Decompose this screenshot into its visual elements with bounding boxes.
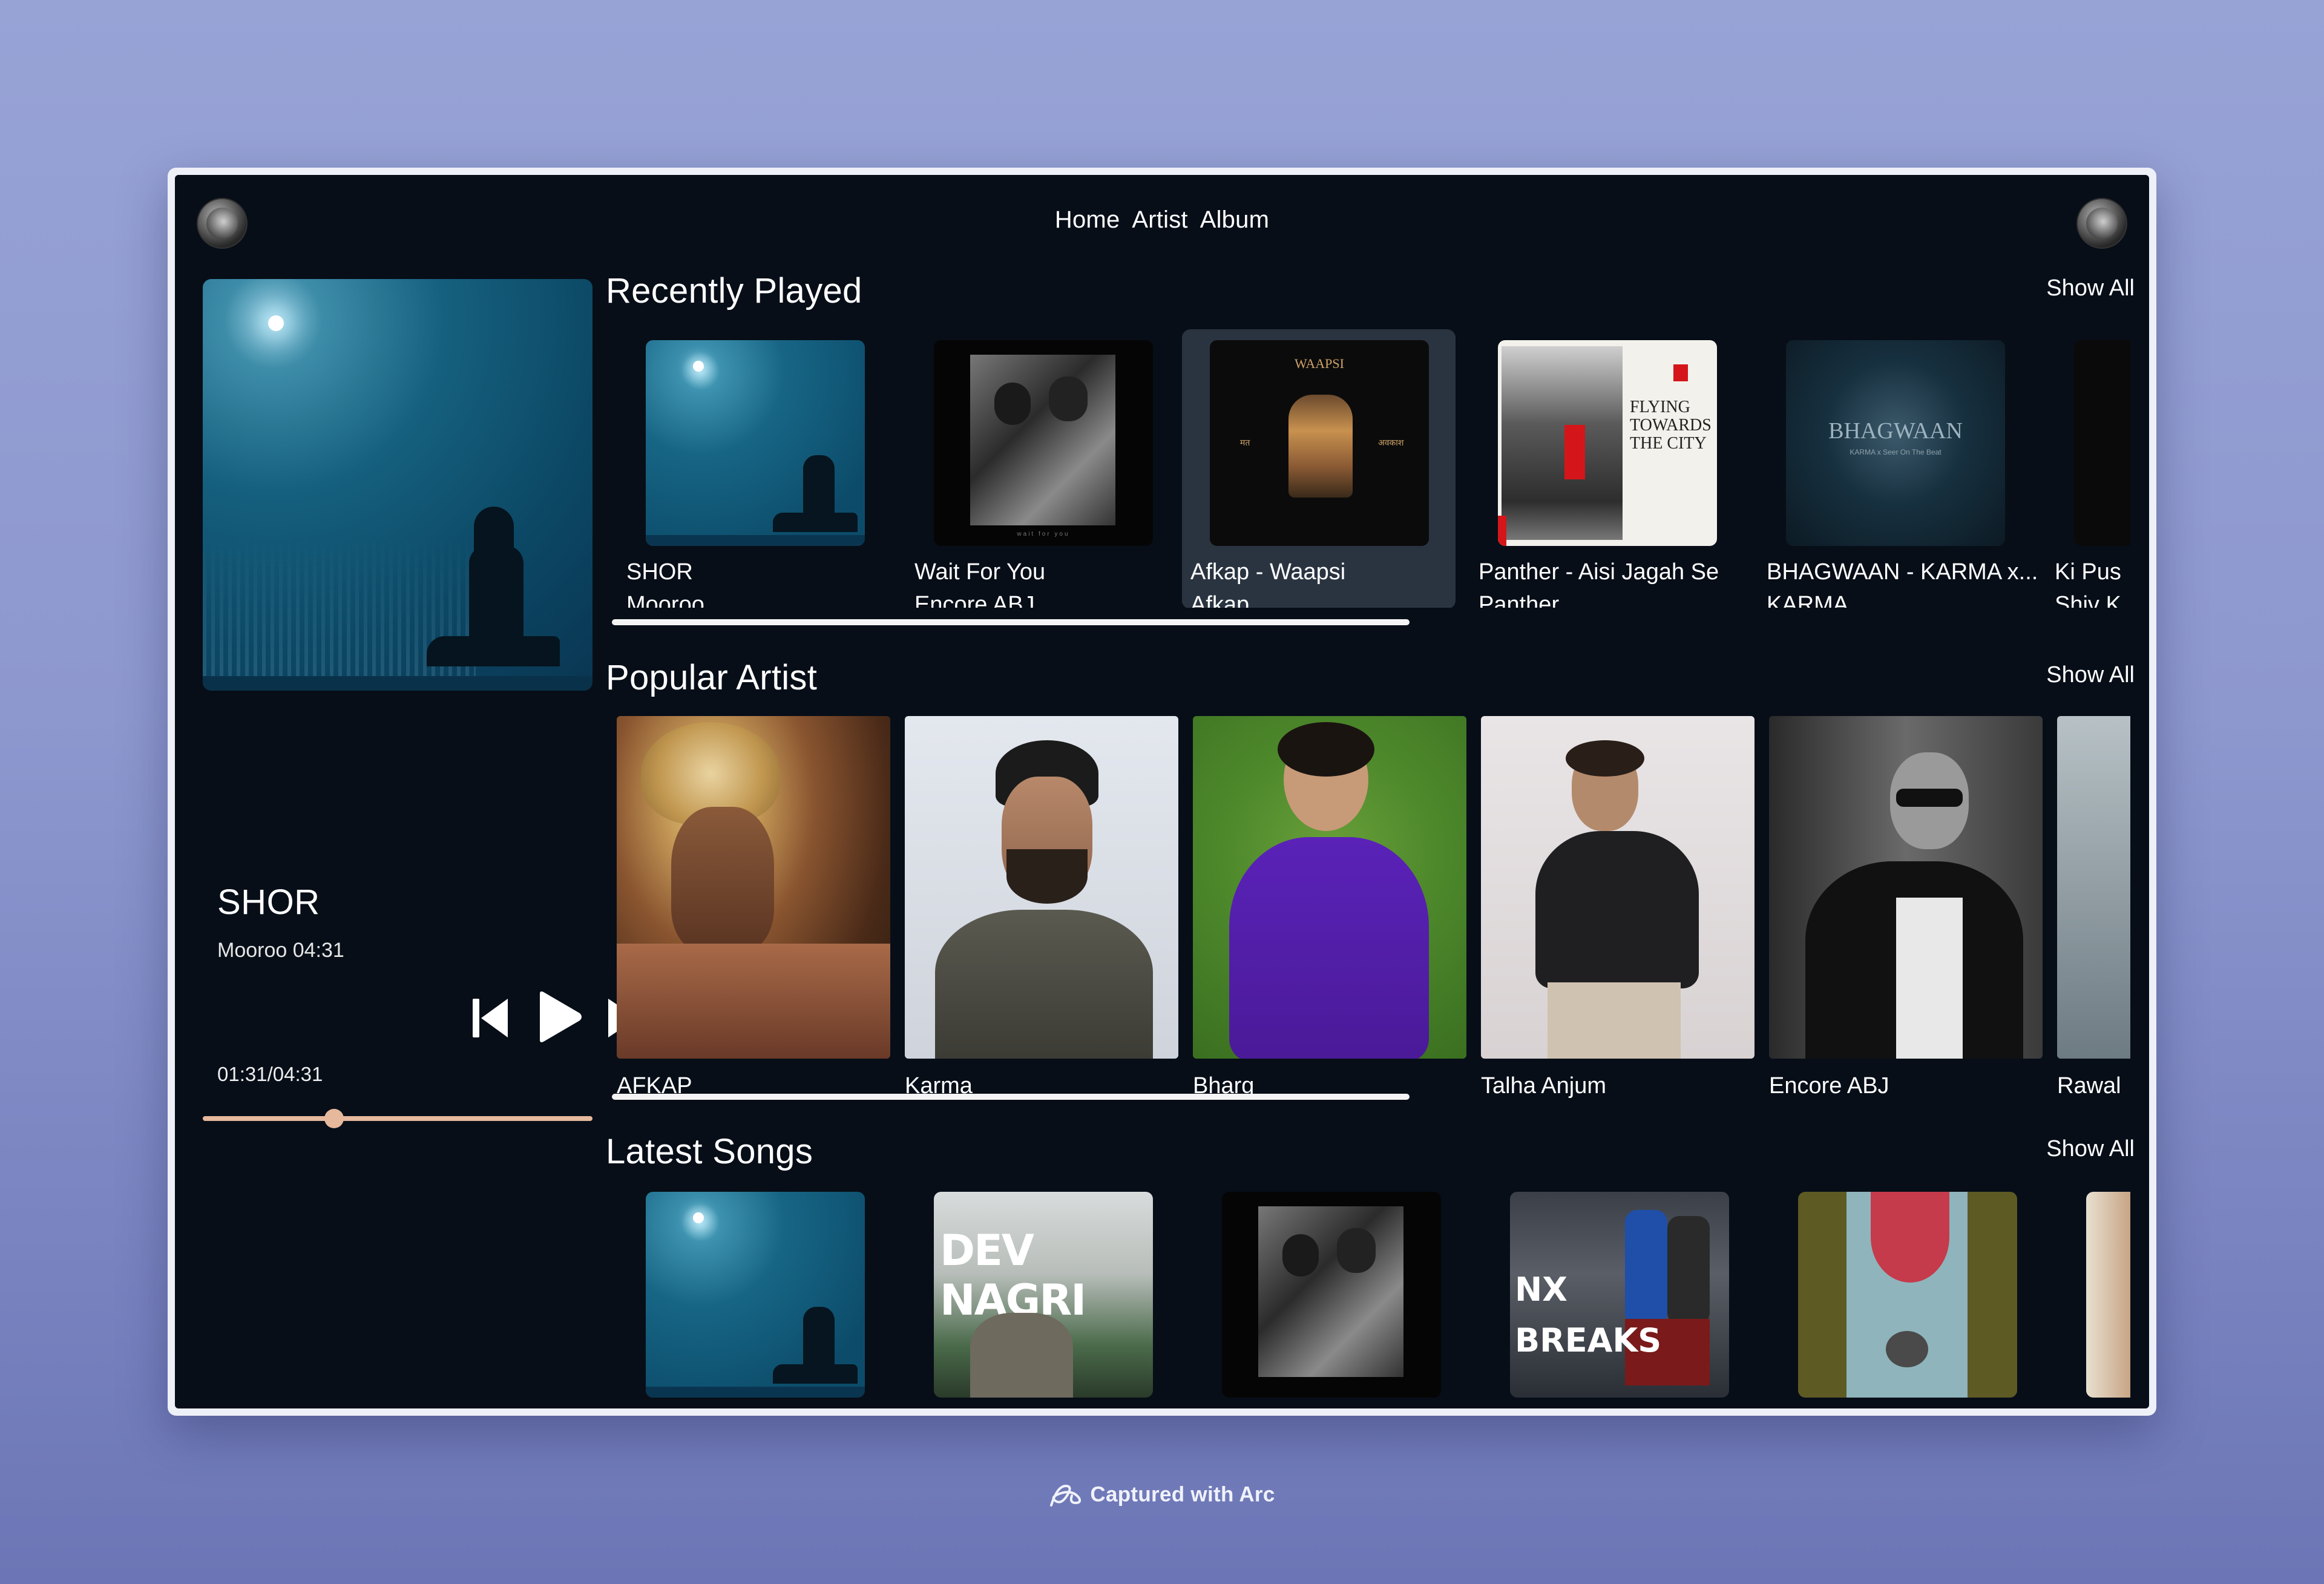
waapsi-text: WAAPSI [1295,356,1344,371]
recent-artist: Encore ABJ [914,592,1035,608]
recent-card-selected[interactable]: WAAPSI मत अवकाश Afkap - Waapsi Afkap [1182,329,1456,608]
artist-card[interactable]: Rawal [2057,716,2130,1109]
browser-frame: Home Artist Album SHOR Mooroo 04:31 01:3… [168,168,2156,1416]
artist-photo [1769,716,2043,1059]
artist-photo [2057,716,2130,1059]
recently-played-scrollbar[interactable] [612,619,1410,625]
seek-slider[interactable] [203,1109,592,1128]
top-nav: Home Artist Album [175,206,2149,234]
latest-song-card[interactable] [1222,1192,1441,1398]
recently-played-row: SHOR Mooroo wait for you Wait For You En… [606,329,2130,608]
recent-artist: Panther [1479,592,1560,608]
waapsi-right-text: अवकाश [1378,438,1404,447]
latest-song-card[interactable]: NX BREAKS [1510,1192,1729,1398]
latest-song-card[interactable]: DEV NAGRI [934,1192,1153,1398]
recent-artist: Shiv K [2055,592,2121,608]
popular-artist-scrollbar[interactable] [612,1094,1410,1100]
capture-caption-text: Captured with Arc [1090,1482,1275,1507]
artist-photo [905,716,1178,1059]
flying-towards-text: FLYING TOWARDS THE CITY [1630,398,1712,453]
recent-title: Wait For You [914,559,1046,585]
latest-song-card[interactable] [1798,1192,2017,1398]
capture-caption: Captured with Arc [0,1482,2324,1509]
waapsi-left-text: मत [1240,438,1250,447]
nx-breaks-text: NX BREAKS [1515,1270,1662,1359]
now-playing-artwork [203,279,592,691]
recent-title: Afkap - Waapsi [1190,559,1346,585]
recent-card[interactable]: BHAGWAAN KARMA x Seer On The Beat BHAGWA… [1758,329,2038,608]
bhagwaan-sub-text: KARMA x Seer On The Beat [1850,448,1942,456]
recent-artist: Mooroo [626,592,704,608]
bhagwaan-text: BHAGWAAN [1828,418,1963,444]
section-title-recently-played: Recently Played [606,271,862,311]
artist-photo [1193,716,1466,1059]
nav-artist[interactable]: Artist [1132,206,1187,233]
latest-songs-show-all[interactable]: Show All [2046,1136,2135,1162]
cover-art [646,340,865,546]
recent-card[interactable]: FLYING TOWARDS THE CITY Panther - Aisi J… [1470,329,1744,608]
now-playing-title: SHOR [217,882,320,922]
cover-art: BHAGWAAN KARMA x Seer On The Beat [1786,340,2005,546]
artist-card[interactable]: Bharg [1193,716,1466,1109]
recent-artist: Afkap [1190,592,1250,608]
wait-for-you-text: wait for you [1017,531,1070,537]
cover-art: FLYING TOWARDS THE CITY [1498,340,1717,546]
recent-title: Ki Pus [2055,559,2121,585]
playback-time: 01:31/04:31 [217,1063,323,1085]
music-app: Home Artist Album SHOR Mooroo 04:31 01:3… [175,175,2149,1408]
previous-icon[interactable] [471,996,510,1040]
latest-song-card[interactable] [646,1192,865,1398]
arc-logo-icon [1050,1484,1082,1507]
artist-photo [617,716,890,1059]
recent-title: Panther - Aisi Jagah Se [1479,559,1719,585]
artist-card[interactable]: Encore ABJ [1769,716,2043,1109]
cover-art [2074,340,2130,546]
artist-name: Rawal [2057,1073,2121,1099]
play-icon[interactable] [534,989,585,1045]
seek-handle[interactable] [324,1109,344,1128]
latest-songs-row: DEV NAGRI NX BREAKS [606,1192,2130,1408]
artist-card[interactable]: Karma [905,716,1178,1109]
recent-card[interactable]: Ki Pus Shiv K [2046,329,2130,608]
artist-card[interactable]: Talha Anjum [1481,716,1754,1109]
recent-card[interactable]: SHOR Mooroo [606,329,879,608]
recent-title: SHOR [626,559,693,585]
recently-played-show-all[interactable]: Show All [2046,275,2135,301]
cover-art: wait for you [934,340,1153,546]
artist-photo [1481,716,1754,1059]
popular-artist-show-all[interactable]: Show All [2046,662,2135,688]
section-title-popular-artist: Popular Artist [606,658,818,697]
cover-art: WAAPSI मत अवकाश [1210,340,1429,546]
nav-home[interactable]: Home [1055,206,1120,233]
artist-name: Talha Anjum [1481,1073,1607,1099]
latest-song-card[interactable] [2086,1192,2130,1398]
recent-title: BHAGWAAN - KARMA x... [1767,559,2038,585]
popular-artist-row: AFKAP Karma Bharg Talha Anjum Encore ABJ… [606,716,2130,1109]
nav-album[interactable]: Album [1200,206,1269,233]
artist-name: Encore ABJ [1769,1073,1889,1099]
recent-card[interactable]: wait for you Wait For You Encore ABJ [894,329,1167,608]
now-playing-artist: Mooroo 04:31 [217,939,344,962]
section-title-latest-songs: Latest Songs [606,1132,813,1171]
recent-artist: KARMA [1767,592,1849,608]
artist-card[interactable]: AFKAP [617,716,890,1109]
dev-nagri-text: DEV NAGRI [940,1226,1086,1325]
